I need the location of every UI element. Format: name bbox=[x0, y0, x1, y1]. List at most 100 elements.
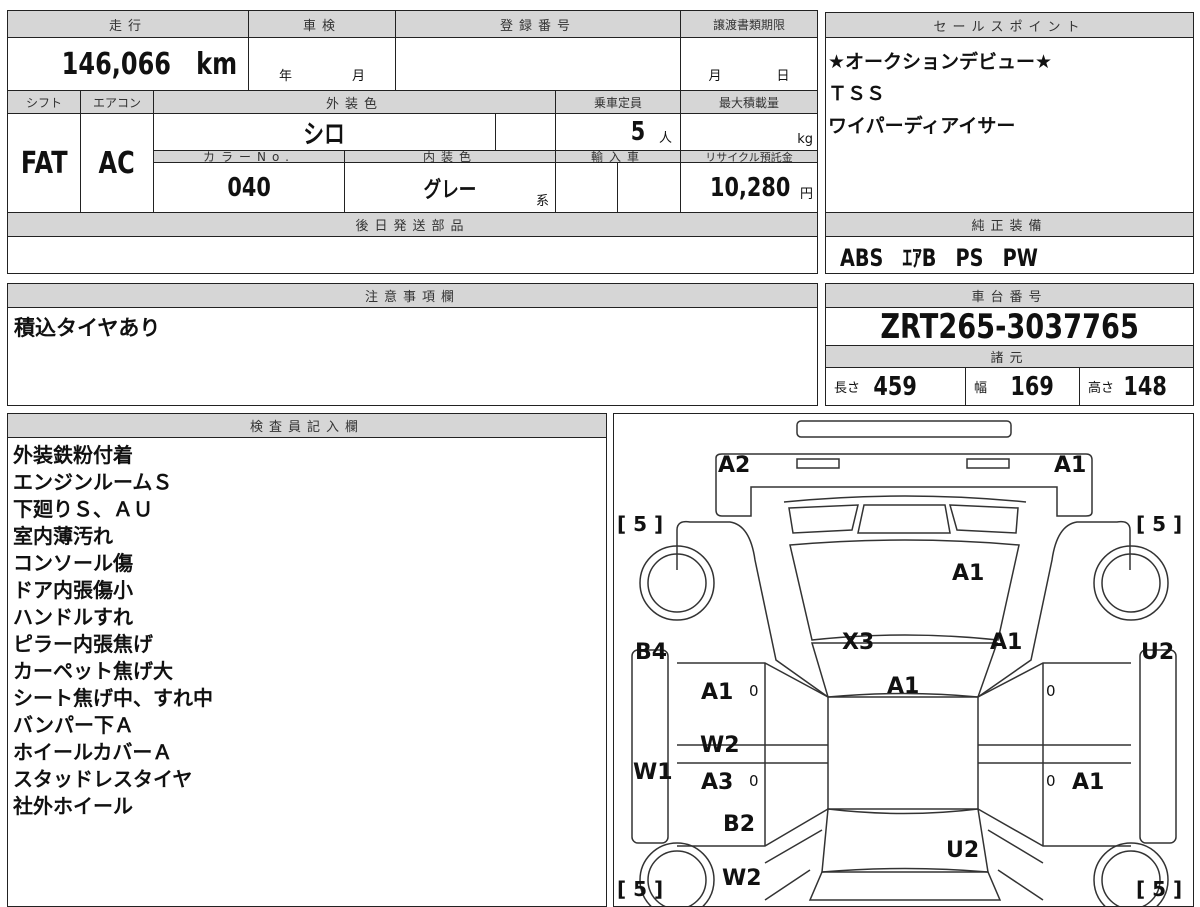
car-outline-icon: A2 A1 A1 X3 A1 B4 U2 A1 0 A1 0 W2 W1 A3 … bbox=[617, 419, 1182, 906]
recycle-unit: 円 bbox=[799, 187, 813, 202]
ext-color-text: シロ bbox=[303, 119, 346, 150]
transfer-deadline-value: 月日 bbox=[680, 37, 818, 91]
notes-header: 注意事項欄 bbox=[7, 283, 818, 308]
spec-width: 幅 169 bbox=[965, 367, 1080, 406]
ext-color-extra bbox=[495, 113, 556, 151]
spec-height: 高さ 148 bbox=[1079, 367, 1194, 406]
inspector-line: 社外ホイール bbox=[13, 794, 133, 818]
equip-header: 純正装備 bbox=[825, 212, 1194, 237]
capacity-number: 5 bbox=[630, 117, 646, 147]
parts-header: 後日発送部品 bbox=[7, 212, 818, 237]
inspector-line: ホイールカバーＡ bbox=[13, 740, 173, 764]
damage-label: 0 bbox=[749, 772, 759, 790]
inspector-line: ドア内張傷小 bbox=[13, 578, 133, 602]
t-month-label: 月 bbox=[708, 69, 722, 84]
shift-header: シフト bbox=[7, 90, 81, 114]
capacity-header: 乗車定員 bbox=[555, 90, 681, 114]
length-value: 459 bbox=[873, 371, 917, 402]
damage-label: A1 bbox=[1054, 453, 1086, 478]
parts-value bbox=[7, 236, 818, 274]
damage-label: A1 bbox=[701, 680, 733, 705]
color-no-text: 040 bbox=[227, 172, 271, 203]
shaken-header: 車検 bbox=[248, 10, 396, 38]
transfer-deadline-header: 譲渡書類期限 bbox=[680, 10, 818, 38]
sales-line: ワイパーディアイサー bbox=[828, 115, 1016, 137]
damage-label: X3 bbox=[842, 630, 874, 655]
ext-color-value: シロ bbox=[153, 113, 496, 151]
damage-label: 0 bbox=[749, 682, 759, 700]
damage-label: U2 bbox=[1141, 640, 1174, 665]
inspector-line: バンパー下Ａ bbox=[13, 713, 134, 737]
tire-label: [ 5 ] bbox=[617, 512, 663, 536]
damage-label: A1 bbox=[952, 561, 984, 586]
damage-label: 0 bbox=[1046, 682, 1056, 700]
color-no-value: 040 bbox=[153, 162, 345, 213]
load-unit: kg bbox=[797, 132, 813, 147]
year-label: 年 bbox=[278, 69, 292, 84]
damage-label: U2 bbox=[946, 838, 979, 863]
ac-text: AC bbox=[98, 145, 136, 181]
shift-text: FAT bbox=[20, 145, 68, 181]
equip-value: ABS ｴｱB PS PW bbox=[825, 236, 1194, 274]
ac-value: AC bbox=[80, 113, 154, 213]
length-label: 長さ bbox=[834, 381, 861, 396]
ext-color-header: 外装色 bbox=[153, 90, 556, 114]
inspector-line: スタッドレスタイヤ bbox=[13, 767, 193, 791]
mileage-value: 146,066 km bbox=[7, 37, 249, 91]
damage-label: B2 bbox=[723, 812, 755, 837]
shaken-value: 年月 bbox=[248, 37, 396, 91]
damage-label: W2 bbox=[700, 733, 740, 758]
tire-label: [ 5 ] bbox=[617, 877, 663, 901]
maxload-value: kg bbox=[680, 113, 818, 151]
import-value-2 bbox=[617, 162, 681, 213]
sales-line: ＴＳＳ bbox=[828, 83, 886, 105]
inspector-line: シート焦げ中、すれ中 bbox=[13, 686, 213, 710]
damage-label: A1 bbox=[887, 674, 919, 699]
int-color-suffix: 系 bbox=[535, 194, 549, 209]
damage-label: B4 bbox=[635, 640, 667, 665]
inspector-line: ピラー内張焦げ bbox=[13, 632, 153, 656]
tire-label: [ 5 ] bbox=[1136, 512, 1182, 536]
damage-label: A1 bbox=[1072, 770, 1104, 795]
chassis-value: ZRT265-3037765 bbox=[825, 307, 1194, 346]
height-value: 148 bbox=[1123, 371, 1167, 402]
inspector-notes: 外装鉄粉付着 エンジンルームＳ 下廻りＳ、ＡＵ 室内薄汚れ コンソール傷 ドア内… bbox=[7, 437, 607, 907]
maxload-header: 最大積載量 bbox=[680, 90, 818, 114]
registration-value bbox=[395, 37, 681, 91]
inspector-lines: 外装鉄粉付着 エンジンルームＳ 下廻りＳ、ＡＵ 室内薄汚れ コンソール傷 ドア内… bbox=[13, 442, 213, 820]
inspector-line: 外装鉄粉付着 bbox=[13, 443, 133, 467]
t-day-label: 日 bbox=[776, 69, 790, 84]
notes-text: 積込タイヤあり bbox=[14, 316, 161, 340]
shift-value: FAT bbox=[7, 113, 81, 213]
spec-header: 諸元 bbox=[825, 345, 1194, 368]
damage-label: A2 bbox=[718, 453, 750, 478]
sales-points: ★オークションデビュー★ ＴＳＳ ワイパーディアイサー bbox=[825, 37, 1194, 213]
recycle-number: 10,280 bbox=[709, 172, 790, 203]
month-label: 月 bbox=[351, 69, 365, 84]
mileage-header: 走行 bbox=[7, 10, 249, 38]
damage-label: 0 bbox=[1046, 772, 1056, 790]
damage-diagram: A2 A1 A1 X3 A1 B4 U2 A1 0 A1 0 W2 W1 A3 … bbox=[613, 413, 1194, 907]
capacity-value: 5人 bbox=[555, 113, 681, 151]
inspector-line: エンジンルームＳ bbox=[13, 470, 173, 494]
spec-length: 長さ 459 bbox=[825, 367, 966, 406]
registration-header: 登録番号 bbox=[395, 10, 681, 38]
chassis-number: ZRT265-3037765 bbox=[880, 307, 1139, 346]
inspector-header: 検査員記入欄 bbox=[7, 413, 607, 438]
equip-text: ABS ｴｱB PS PW bbox=[840, 243, 1038, 272]
damage-label: A3 bbox=[701, 770, 733, 795]
chassis-header: 車台番号 bbox=[825, 283, 1194, 308]
int-color-text: グレー bbox=[423, 177, 477, 203]
import-value-1 bbox=[555, 162, 618, 213]
int-color-value: グレー系 bbox=[344, 162, 556, 213]
inspector-line: カーペット焦げ大 bbox=[13, 659, 173, 683]
inspector-line: ハンドルすれ bbox=[13, 605, 133, 629]
notes-value: 積込タイヤあり bbox=[7, 307, 818, 406]
inspector-line: 下廻りＳ、ＡＵ bbox=[13, 497, 153, 521]
damage-label: W1 bbox=[633, 760, 673, 785]
mileage-number: 146,066 bbox=[61, 46, 172, 82]
height-label: 高さ bbox=[1088, 381, 1115, 396]
tire-label: [ 5 ] bbox=[1136, 877, 1182, 901]
sales-line: ★オークションデビュー★ bbox=[828, 51, 1053, 73]
ac-header: エアコン bbox=[80, 90, 154, 114]
